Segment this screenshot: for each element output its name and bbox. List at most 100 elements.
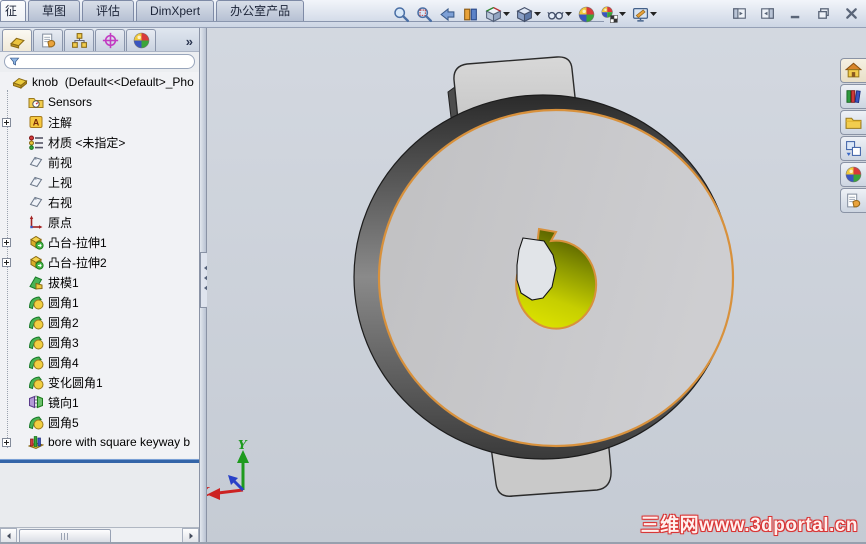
material-icon: [28, 134, 44, 150]
expand-toggle[interactable]: [2, 257, 11, 267]
zoom-to-area-icon: [416, 6, 433, 23]
fillet-icon: [28, 414, 44, 430]
tree-item[interactable]: 圆角4: [0, 352, 199, 372]
fillet-icon: [28, 374, 44, 390]
tree-item[interactable]: bore with square keyway b: [0, 432, 199, 452]
filter-bar: [0, 52, 199, 72]
tree-item-label: 原点: [48, 215, 73, 230]
panel-tab-configurationmanager[interactable]: [64, 29, 94, 51]
tree-item-label: 凸台-拉伸1: [48, 235, 107, 250]
panel-tab-strip: »: [0, 28, 199, 52]
tree-item[interactable]: 上视: [0, 172, 199, 192]
tree-item[interactable]: 拔模1: [0, 272, 199, 292]
watermark: 三维网www.3dportal.cn: [640, 515, 858, 536]
expand-toggle[interactable]: [2, 237, 11, 247]
zoom-to-fit-icon: [393, 6, 410, 23]
panel-tabs-overflow-button[interactable]: »: [186, 34, 197, 51]
tree-item[interactable]: 镜向1: [0, 392, 199, 412]
tree-item-label: 圆角3: [48, 335, 79, 350]
sensors-icon: [28, 94, 44, 110]
dock-right-button[interactable]: [756, 4, 778, 22]
boss-extrude-icon: [28, 254, 44, 270]
y-axis-label: Y: [238, 438, 248, 452]
task-pane-tab-appearances[interactable]: [840, 162, 866, 187]
tree-item-label: 变化圆角1: [48, 375, 103, 390]
task-pane-tab-solidworks-resources[interactable]: [840, 58, 866, 83]
tree-item[interactable]: 原点: [0, 212, 199, 232]
tree-item[interactable]: 圆角5: [0, 412, 199, 432]
orientation-triad: X Y: [207, 438, 249, 500]
dimxpertmanager-icon: [102, 32, 119, 49]
origin-icon: [28, 214, 44, 230]
tree-item[interactable]: 凸台-拉伸2: [0, 252, 199, 272]
tree-item-label: knob (Default<<Default>_Pho: [32, 75, 194, 89]
tree-item[interactable]: 圆角1: [0, 292, 199, 312]
view-settings-icon: [632, 6, 649, 23]
apply-scene-icon: [601, 6, 618, 23]
view-settings-button[interactable]: [630, 2, 659, 26]
close-button[interactable]: [840, 4, 862, 22]
restore-button[interactable]: [812, 4, 834, 22]
command-bar: 征草图 评估 DimXpert 办公室产品: [0, 0, 866, 28]
ribbon-tab-1[interactable]: 草图: [28, 0, 81, 21]
ribbon-tab-0[interactable]: 征: [0, 0, 27, 21]
tree-item-label: 圆角2: [48, 315, 79, 330]
panel-tab-propertymanager[interactable]: [33, 29, 63, 51]
ribbon-tab-4[interactable]: 办公室产品: [216, 0, 305, 21]
tree-item-label: 前视: [48, 155, 73, 170]
svg-text:A: A: [33, 118, 40, 128]
task-pane-tab-view-palette[interactable]: [840, 136, 866, 161]
feature-manager-panel: » knob (Default<<Default>_Pho Sensors A 注解材…: [0, 28, 200, 544]
zoom-to-fit-button[interactable]: [391, 2, 412, 26]
feature-tree: knob (Default<<Default>_Pho Sensors A 注解材质 …: [0, 72, 199, 458]
annotations-icon: A: [28, 114, 44, 130]
plane-icon: [28, 174, 44, 190]
task-pane-tab-design-library[interactable]: [840, 84, 866, 109]
dock-left-button[interactable]: [728, 4, 750, 22]
tree-item[interactable]: 前视: [0, 152, 199, 172]
draft-icon: [28, 274, 44, 290]
view-palette-icon: [845, 140, 862, 157]
panel-tab-featuremanager[interactable]: [2, 29, 32, 51]
tree-item[interactable]: knob (Default<<Default>_Pho: [0, 72, 199, 92]
expand-toggle[interactable]: [2, 117, 11, 127]
panel-tab-displaymanager[interactable]: [126, 29, 156, 51]
ribbon-tab-3[interactable]: DimXpert: [136, 0, 215, 21]
model-3d[interactable]: X Y: [207, 28, 866, 544]
tree-item[interactable]: A 注解: [0, 112, 199, 132]
tree-item[interactable]: 右视: [0, 192, 199, 212]
view-orientation-button[interactable]: [483, 2, 512, 26]
hide-show-items-button[interactable]: [545, 2, 574, 26]
hide-show-items-icon: [547, 6, 564, 23]
display-style-button[interactable]: [514, 2, 543, 26]
zoom-to-area-button[interactable]: [414, 2, 435, 26]
tree-item-label: 拔模1: [48, 275, 79, 290]
tree-item-label: 材质 <未指定>: [48, 135, 126, 150]
file-explorer-icon: [845, 114, 862, 131]
window-controls: [728, 4, 862, 22]
apply-scene-button[interactable]: [599, 2, 628, 26]
tree-item-label: bore with square keyway b: [48, 435, 191, 449]
edit-appearance-button[interactable]: [576, 2, 597, 26]
task-pane-tab-file-explorer[interactable]: [840, 110, 866, 135]
ribbon-tab-2[interactable]: 评估: [82, 0, 135, 21]
section-view-button[interactable]: [460, 2, 481, 26]
tree-item-label: 圆角1: [48, 295, 79, 310]
displaymanager-icon: [133, 32, 150, 49]
tree-item-label: 圆角4: [48, 355, 79, 370]
filter-input[interactable]: [4, 54, 195, 69]
tree-item[interactable]: 圆角3: [0, 332, 199, 352]
panel-tab-dimxpertmanager[interactable]: [95, 29, 125, 51]
boss-extrude-icon: [28, 234, 44, 250]
expand-toggle[interactable]: [2, 437, 11, 447]
task-pane-tab-custom-properties[interactable]: [840, 188, 866, 213]
graphics-viewport[interactable]: X Y 三维网www.3dportal.cn: [207, 28, 866, 544]
previous-view-button[interactable]: [437, 2, 458, 26]
tree-item[interactable]: 变化圆角1: [0, 372, 199, 392]
panel-splitter[interactable]: [200, 28, 211, 544]
tree-item[interactable]: 圆角2: [0, 312, 199, 332]
minimize-button[interactable]: [784, 4, 806, 22]
tree-item[interactable]: Sensors: [0, 92, 199, 112]
tree-item[interactable]: 凸台-拉伸1: [0, 232, 199, 252]
tree-item[interactable]: 材质 <未指定>: [0, 132, 199, 152]
